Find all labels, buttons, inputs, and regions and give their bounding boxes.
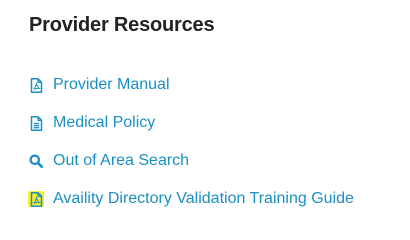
search-icon — [28, 153, 44, 169]
section-title: Provider Resources — [29, 14, 215, 36]
link-provider-manual[interactable]: Provider Manual — [28, 74, 170, 96]
pdf-file-icon — [28, 191, 44, 207]
link-medical-policy[interactable]: Medical Policy — [28, 112, 155, 134]
link-label[interactable]: Provider Manual — [53, 76, 170, 94]
link-availity-training-guide[interactable]: Availity Directory Validation Training G… — [28, 188, 354, 210]
link-label[interactable]: Out of Area Search — [53, 152, 189, 170]
link-label[interactable]: Availity Directory Validation Training G… — [53, 190, 354, 208]
document-icon — [28, 115, 44, 131]
link-label[interactable]: Medical Policy — [53, 114, 155, 132]
pdf-file-icon — [28, 77, 44, 93]
link-out-of-area-search[interactable]: Out of Area Search — [28, 150, 189, 172]
